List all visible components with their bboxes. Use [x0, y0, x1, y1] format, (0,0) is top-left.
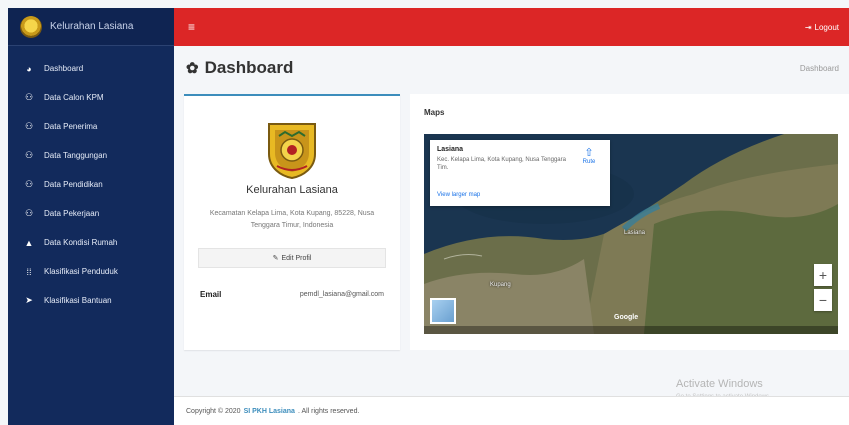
- sidebar-item-label: Data Penerima: [44, 122, 98, 131]
- sidebar-item-klasifikasi-bantuan[interactable]: ➤ Klasifikasi Bantuan: [8, 286, 174, 315]
- maps-title: Maps: [424, 108, 445, 117]
- email-value: pemdl_lasiana@gmail.com: [299, 291, 384, 298]
- profile-address: Kecamatan Kelapa Lima, Kota Kupang, 8522…: [209, 210, 375, 229]
- sidebar-item-label: Dashboard: [44, 64, 84, 73]
- users-icon: ⚇: [24, 179, 34, 189]
- footer-brand-link[interactable]: SI PKH Lasiana: [244, 408, 295, 415]
- sidebar-item-klasifikasi-penduduk[interactable]: ⁞⁞ Klasifikasi Penduduk: [8, 257, 174, 286]
- edit-profile-button[interactable]: ✎ Edit Profil: [198, 248, 386, 268]
- zoom-in-button[interactable]: +: [814, 264, 832, 286]
- menu-toggle-icon[interactable]: ≡: [188, 20, 195, 34]
- embedded-map[interactable]: Lasiana Kupang Lasiana Kec. Kelapa Lima,…: [424, 134, 838, 334]
- sidebar-nav: ◕ Dashboard ⚇ Data Calon KPM ⚇ Data Penerim…: [8, 46, 174, 315]
- map-attribution-bar: [424, 326, 838, 334]
- profile-name: Kelurahan Lasiana: [246, 184, 338, 196]
- map-type-toggle[interactable]: [430, 298, 456, 324]
- sidebar-item-data-pendidikan[interactable]: ⚇ Data Pendidikan: [8, 170, 174, 199]
- email-label: Email: [200, 290, 222, 299]
- edit-icon: ✎: [272, 255, 279, 262]
- directions-icon: ⇧: [584, 147, 594, 159]
- edit-profile-label: Edit Profil: [281, 254, 312, 262]
- logout-button[interactable]: ⇥ Logout: [805, 23, 839, 32]
- users-icon: ⚇: [24, 150, 34, 160]
- sidebar-item-label: Data Pekerjaan: [44, 209, 100, 218]
- email-row: Email pemdl_lasiana@gmail.com: [200, 290, 384, 299]
- content-header: ✿ Dashboard Dashboard: [174, 46, 849, 90]
- users-icon: ⚇: [24, 92, 34, 102]
- sidebar-item-label: Data Pendidikan: [44, 180, 103, 189]
- directions-button[interactable]: ⇧ Rute: [576, 146, 602, 165]
- page-title-text: Dashboard: [204, 58, 294, 77]
- topbar: ≡ ⇥ Logout: [174, 8, 849, 46]
- breadcrumb[interactable]: Dashboard: [800, 64, 839, 73]
- sign-out-icon: ⇥: [804, 22, 812, 32]
- brand-logo: [20, 15, 42, 38]
- footer: Copyright © 2020 SI PKH Lasiana . All ri…: [174, 396, 849, 425]
- directions-label: Rute: [582, 159, 596, 165]
- logout-label: Logout: [814, 22, 839, 32]
- sidebar-item-data-kondisi-rumah[interactable]: ▲ Data Kondisi Rumah: [8, 228, 174, 257]
- user-icon: ▲: [24, 237, 34, 248]
- map-place-address: Kec. Kelapa Lima, Kota Kupang, Nusa Teng…: [437, 157, 566, 171]
- footer-copyright: Copyright © 2020: [186, 407, 241, 415]
- sidebar-item-data-pekerjaan[interactable]: ⚇ Data Pekerjaan: [8, 199, 174, 228]
- brand[interactable]: Kelurahan Lasiana: [8, 8, 174, 46]
- paper-plane-icon: ➤: [25, 295, 33, 305]
- sidebar-item-data-tanggungan[interactable]: ⚇ Data Tanggungan: [8, 141, 174, 170]
- map-place-label: Kupang: [490, 282, 511, 288]
- footer-rights: . All rights reserved.: [297, 407, 360, 415]
- sidebar-item-label: Data Kondisi Rumah: [44, 238, 118, 247]
- sidebar-item-dashboard[interactable]: ◕ Dashboard: [8, 54, 174, 83]
- sidebar-item-data-calon-kpm[interactable]: ⚇ Data Calon KPM: [8, 83, 174, 112]
- google-logo: Google: [614, 314, 639, 321]
- gear-icon: ✿: [186, 60, 199, 77]
- sidebar-item-label: Data Tanggungan: [44, 151, 108, 160]
- sidebar-item-label: Klasifikasi Bantuan: [44, 296, 112, 305]
- sidebar-item-label: Klasifikasi Penduduk: [44, 267, 118, 276]
- sidebar-item-data-penerima[interactable]: ⚇ Data Penerima: [8, 112, 174, 141]
- users-icon: ⚇: [24, 208, 34, 218]
- map-info-window: Lasiana Kec. Kelapa Lima, Kota Kupang, N…: [430, 140, 610, 206]
- maps-card: Maps Lasiana Kupang Lasiana Kec. Kelapa …: [410, 94, 849, 350]
- brand-name: Kelurahan Lasiana: [50, 21, 134, 32]
- kupang-seal-logo: [268, 123, 316, 180]
- activate-windows-title: Activate Windows: [676, 378, 763, 390]
- page-title: ✿ Dashboard: [186, 58, 293, 78]
- users-icon: ⚇: [24, 121, 34, 131]
- view-larger-map-link[interactable]: View larger map: [437, 192, 480, 198]
- sidebar: Kelurahan Lasiana ◕ Dashboard ⚇ Data Calon…: [8, 8, 174, 425]
- list-icon: ⁞⁞: [26, 266, 32, 277]
- profile-card: Kelurahan Lasiana Kecamatan Kelapa Lima,…: [184, 94, 400, 350]
- map-place-label: Lasiana: [624, 230, 646, 236]
- sidebar-item-label: Data Calon KPM: [44, 93, 104, 102]
- dashboard-icon: ◕: [26, 63, 32, 74]
- zoom-out-button[interactable]: −: [814, 289, 832, 311]
